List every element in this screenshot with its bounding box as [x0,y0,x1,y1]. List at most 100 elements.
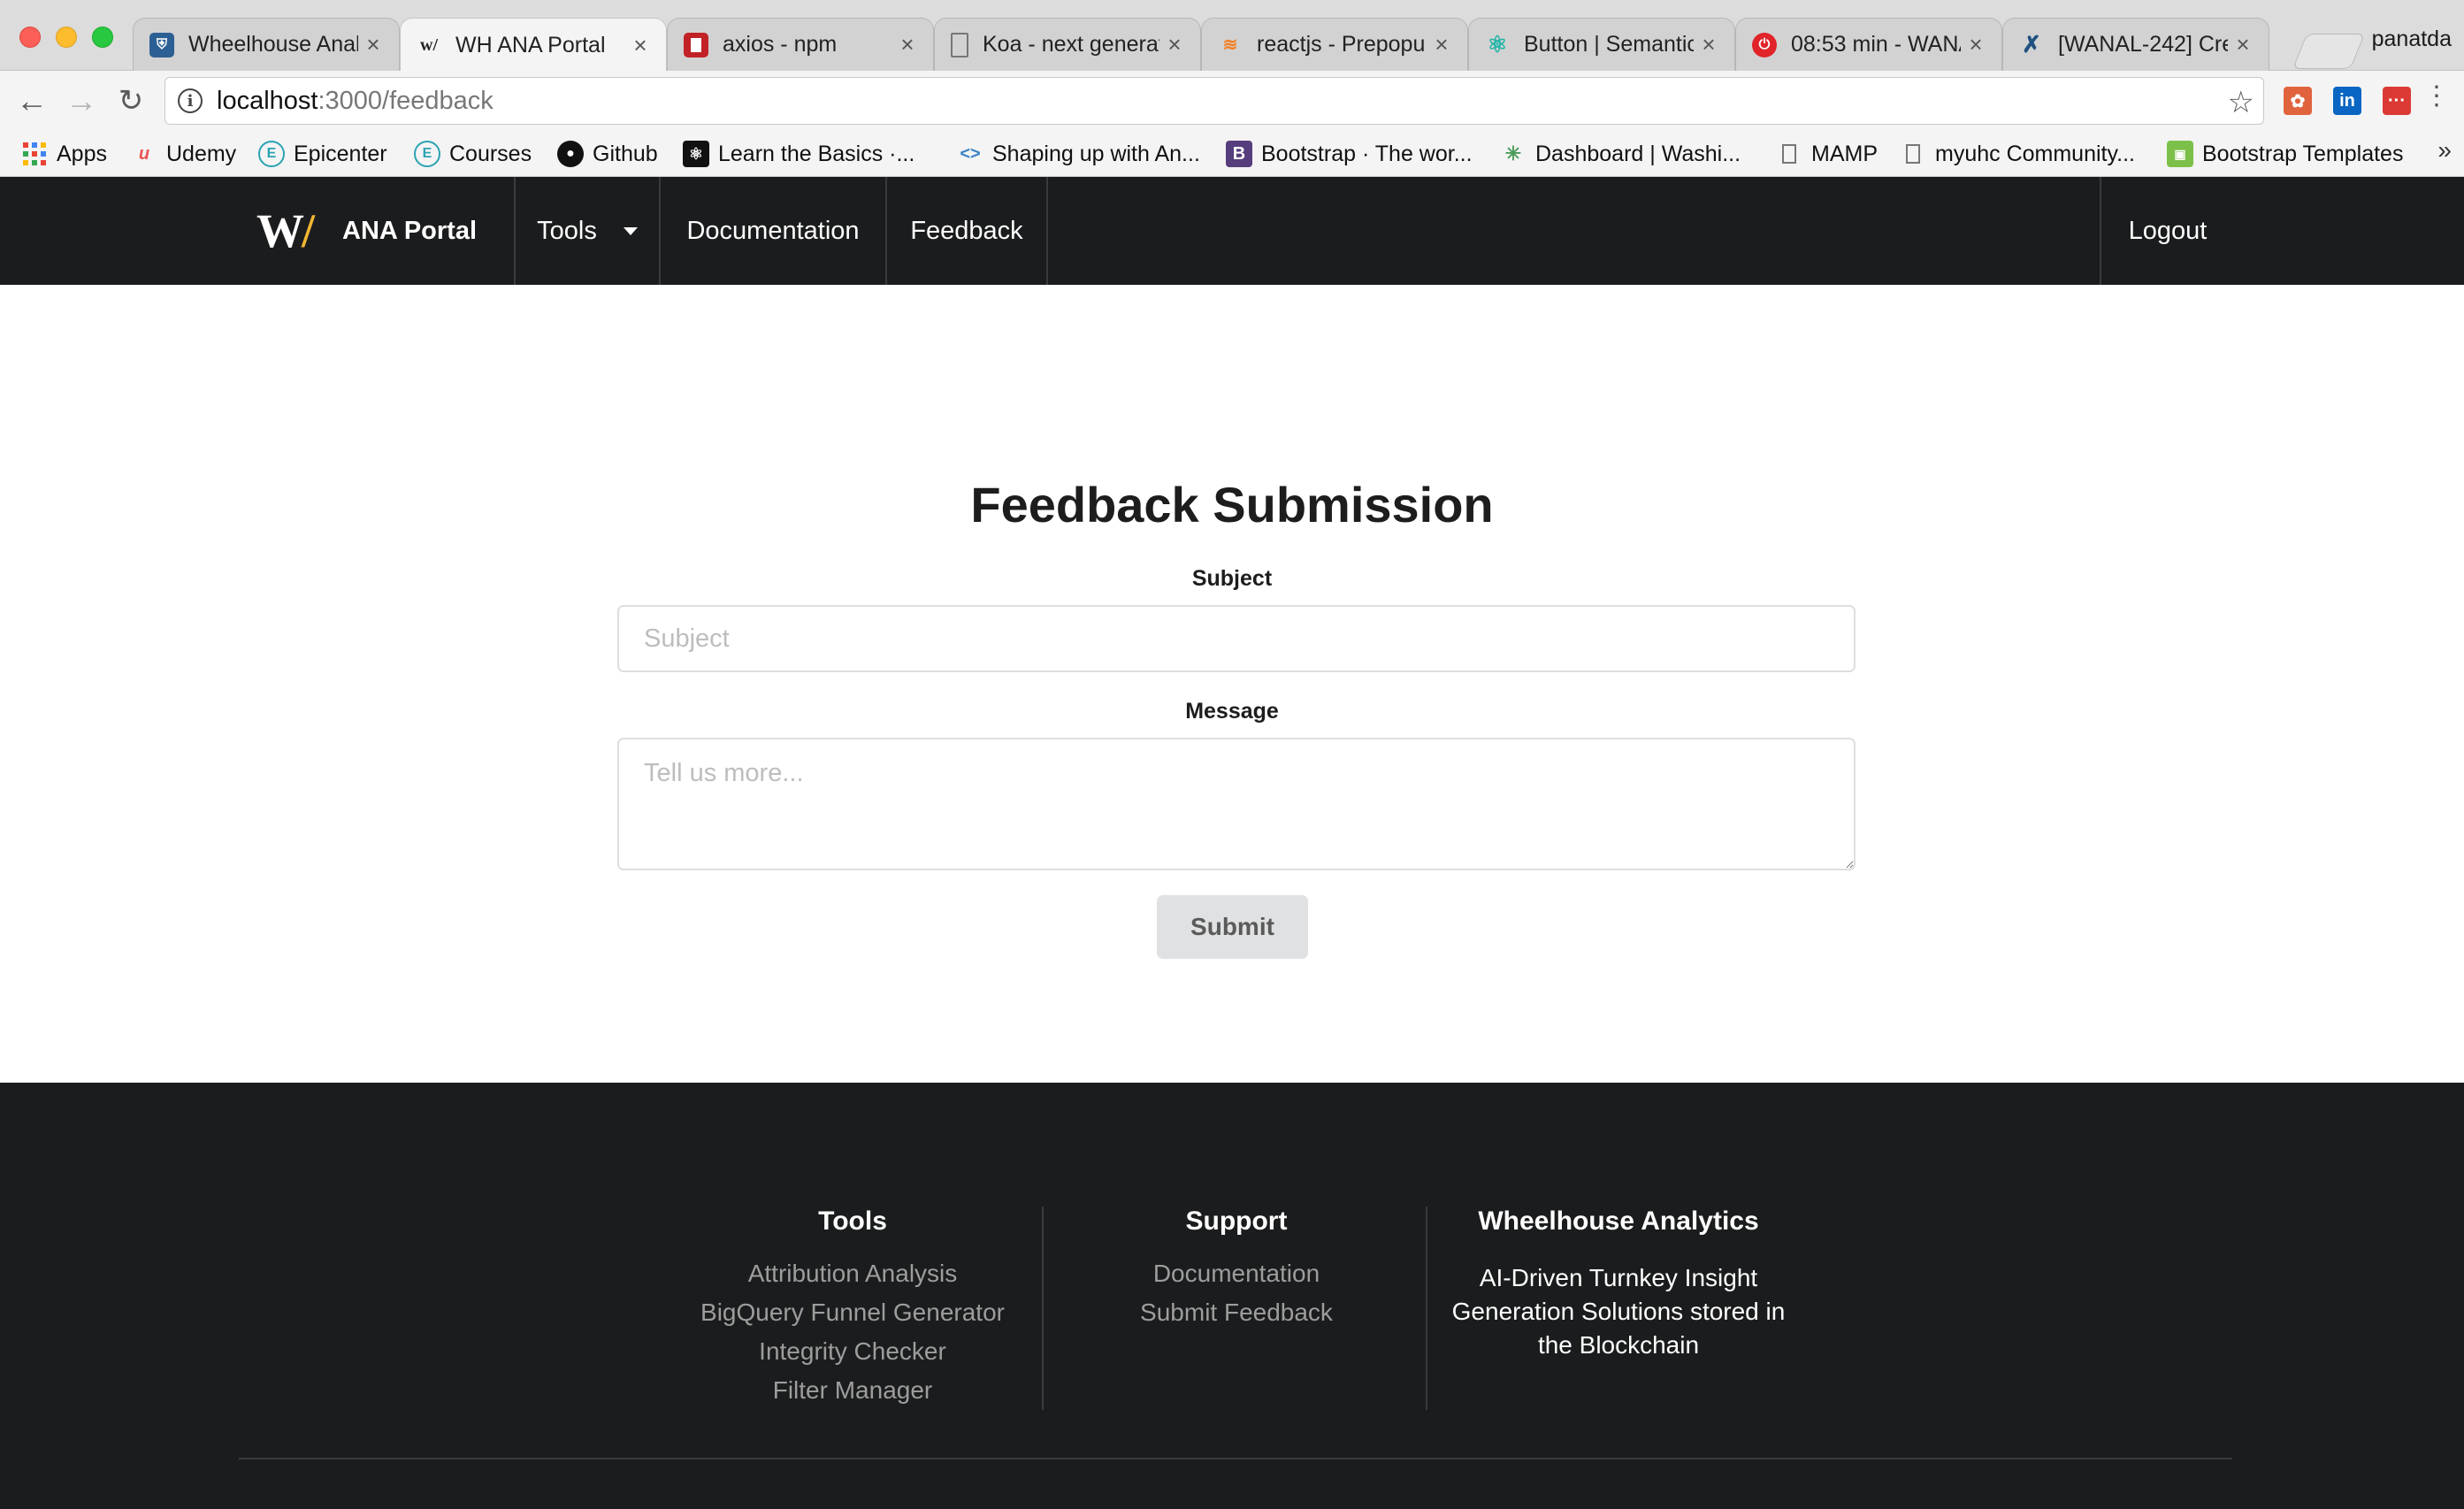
reload-icon[interactable]: ↻ [113,83,149,119]
bookmark-item[interactable]: ⚛ Learn the Basics ·... [683,136,914,172]
forward-arrow-icon[interactable]: → [64,82,99,119]
footer-link[interactable]: Attribution Analysis [676,1254,1029,1293]
bookmark-item[interactable]: E Courses [414,136,532,172]
footer-divider [1042,1206,1044,1410]
tab-title: reactjs - Prepopulate [1257,32,1427,57]
subject-label: Subject [1191,566,1273,591]
epicenter-icon: E [258,141,285,167]
info-icon[interactable]: i [178,88,203,113]
footer-column-title: Tools [818,1206,887,1236]
brand-home-link[interactable]: W/ ANA Portal [256,177,515,285]
browser-tab[interactable]: ✗ [WANAL-242] Create × [2002,18,2269,71]
address-bar[interactable]: i localhost:3000/feedback ☆ [165,77,2264,125]
nav-item-documentation[interactable]: Documentation [661,177,885,285]
code-icon: <> [960,143,981,164]
bookmark-item[interactable]: <> Shaping up with An... [957,136,1200,172]
footer-column-tools: Tools Attribution Analysis BigQuery Funn… [676,1206,1029,1410]
browser-menu-icon[interactable]: ⋮ [2423,83,2450,110]
browser-tab-active[interactable]: w/ WH ANA Portal × [400,18,667,72]
page-icon [951,32,968,57]
close-icon[interactable]: × [363,31,383,58]
footer-tagline: AI-Driven Turnkey Insight Generation Sol… [1442,1261,1795,1362]
browser-tab[interactable]: axios - npm × [667,18,934,71]
bookmark-label: Shaping up with An... [992,141,1200,166]
bookmark-item[interactable]: myuhc Community... [1900,136,2135,172]
submit-button[interactable]: Submit [1157,895,1308,959]
browser-tab[interactable]: Koa - next generation × [934,18,1201,71]
tab-title: Wheelhouse Analytics [188,32,358,57]
close-icon[interactable]: × [1432,31,1451,58]
close-icon[interactable]: × [898,31,917,58]
learn-icon: ⚛ [683,141,709,167]
message-textarea[interactable] [617,738,1856,870]
bookmark-item[interactable]: ● Github [557,136,658,172]
window-minimize-button[interactable] [56,27,77,48]
logout-label: Logout [2128,216,2208,245]
bookmark-label: Apps [57,141,107,166]
udemy-icon: u [138,143,150,164]
close-icon[interactable]: × [2233,31,2253,58]
bookmarks-overflow-icon[interactable]: » [2437,136,2452,165]
github-icon: ● [557,141,584,167]
extension-icon[interactable]: ✿ [2284,87,2312,115]
chevron-down-icon [623,226,638,235]
browser-tab[interactable]: ⛨ Wheelhouse Analytics × [133,18,400,71]
feedback-page: Feedback Submission Subject Message Subm… [0,285,2464,1083]
url-path: :3000/feedback [318,86,494,115]
bookmark-label: Courses [449,141,532,166]
new-tab-button[interactable] [2292,34,2366,69]
bookmark-item[interactable]: Apps [21,136,107,172]
bookmark-label: Epicenter [294,141,387,166]
back-arrow-icon[interactable]: ← [14,82,50,119]
bookmark-item[interactable]: E Epicenter [258,136,387,172]
nav-item-tools[interactable]: Tools [516,177,659,285]
extension-dots-icon[interactable]: ··· [2383,87,2411,115]
nav-item-label: Tools [537,216,597,245]
tab-title: Koa - next generation [983,32,1159,57]
bookmark-label: Udemy [166,141,237,166]
npm-icon [684,32,708,57]
footer-link[interactable]: Filter Manager [676,1371,1029,1410]
wheelhouse-icon: w/ [420,34,438,55]
bookmark-item[interactable]: u Udemy [131,136,236,172]
footer-link[interactable]: Submit Feedback [1068,1293,1404,1332]
bookmark-item[interactable]: MAMP [1776,136,1878,172]
bookmark-label: Bootstrap · The wor... [1261,141,1473,166]
close-icon[interactable]: × [1699,31,1718,58]
nav-item-feedback[interactable]: Feedback [887,177,1046,285]
bookmark-item[interactable]: B Bootstrap · The wor... [1226,136,1473,172]
courses-icon: E [414,141,440,167]
browser-tab[interactable]: ⏻ 08:53 min - WANAL × [1735,18,2002,71]
footer-column-title: Support [1185,1206,1288,1236]
window-zoom-button[interactable] [92,27,113,48]
footer-tagline-line: the Blockchain [1537,1331,1700,1359]
tab-title: 08:53 min - WANAL [1791,32,1961,57]
close-icon[interactable]: × [631,32,650,59]
bookmark-item[interactable]: ✳ Dashboard | Washi... [1500,136,1741,172]
linkedin-icon[interactable]: in [2333,87,2361,115]
browser-tab[interactable]: ⚛ Button | Semantic UI × [1468,18,1735,71]
wheelhouse-logo-icon: W/ [256,204,315,257]
close-icon[interactable]: × [1966,31,1986,58]
close-icon[interactable]: × [1165,31,1184,58]
nav-divider [1046,177,1048,285]
nav-item-label: Documentation [686,216,860,245]
bookmark-star-icon[interactable]: ☆ [2228,85,2254,120]
tab-title: axios - npm [723,32,838,57]
bookmark-label: Learn the Basics ·... [718,141,915,166]
logout-button[interactable]: Logout [2101,177,2234,285]
window-close-button[interactable] [19,27,41,48]
footer-link[interactable]: Documentation [1068,1254,1404,1293]
footer-link[interactable]: BigQuery Funnel Generator [676,1293,1029,1332]
apps-grid-icon [21,141,48,167]
bookmark-item[interactable]: ▣ Bootstrap Templates [2167,136,2403,172]
shield-icon: ⛨ [149,32,174,57]
footer-link[interactable]: Integrity Checker [676,1332,1029,1371]
profile-name[interactable]: panatda [2372,27,2452,52]
browser-tab[interactable]: ≋ reactjs - Prepopulate × [1201,18,1468,71]
bookmarks-bar: Apps u Udemy E Epicenter E Courses ● Git… [0,131,2464,177]
dashboard-icon: ✳ [1504,142,1522,165]
page-icon [1900,141,1926,167]
footer-tagline-line: AI-Driven Turnkey Insight [1479,1264,1758,1291]
subject-input[interactable] [617,605,1856,672]
